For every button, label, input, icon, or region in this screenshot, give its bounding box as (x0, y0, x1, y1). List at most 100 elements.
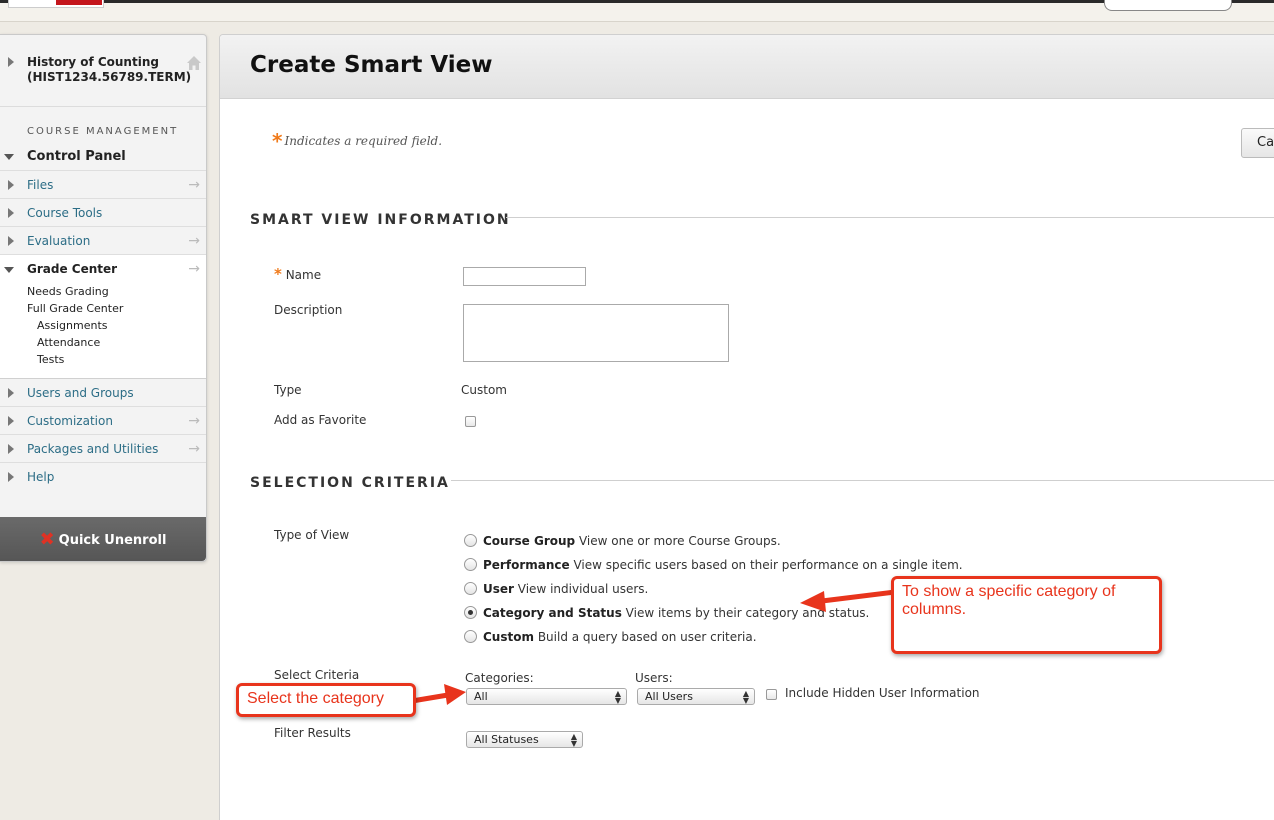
arrow-right-icon: → (188, 441, 200, 457)
option-name: Course Group (483, 534, 576, 548)
brand-accent (56, 0, 102, 5)
sidebar-item-label: Packages and Utilities (27, 442, 159, 456)
description-label: Description (274, 303, 343, 317)
expand-triangle-icon (8, 57, 14, 67)
sidebar-item-customization[interactable]: Customization → (0, 407, 206, 435)
sidebar-item-label: Course Tools (27, 206, 103, 220)
quick-unenroll-label: Quick Unenroll (58, 533, 167, 548)
sidebar-item-label: Files (27, 178, 54, 192)
option-desc: View one or more Course Groups. (578, 534, 781, 548)
sidebar-item-evaluation[interactable]: Evaluation → (0, 227, 206, 255)
section-title-selection-criteria: SELECTION CRITERIA (250, 475, 450, 491)
radio-category-and-status[interactable] (464, 606, 477, 619)
sidebar-item-help[interactable]: Help (0, 463, 206, 491)
name-label-text: Name (285, 268, 322, 282)
expand-triangle-icon (8, 416, 14, 426)
view-option-category-and-status[interactable]: Category and Status View items by their … (464, 604, 869, 622)
view-option-performance[interactable]: Performance View specific users based on… (464, 556, 963, 574)
view-option-custom[interactable]: Custom Build a query based on user crite… (464, 628, 757, 646)
course-management-label: COURSE MANAGEMENT (27, 126, 179, 137)
section-divider (506, 217, 1274, 218)
arrow-right-icon: → (188, 261, 200, 277)
sidebar-item-label: Help (27, 470, 55, 484)
sidebar-item-course-tools[interactable]: Course Tools (0, 199, 206, 227)
categories-label: Categories: (465, 671, 534, 685)
view-option-course-group[interactable]: Course Group View one or more Course Gro… (464, 532, 781, 550)
radio-user[interactable] (464, 582, 477, 595)
required-star-icon: * (272, 129, 283, 153)
collapse-triangle-icon (4, 267, 14, 273)
sidebar-item-label: Users and Groups (27, 386, 134, 400)
page-title: Create Smart View (250, 52, 493, 78)
users-label: Users: (635, 671, 673, 685)
required-field-note: * Indicates a required field. (272, 129, 442, 153)
select-caret-icon: ▲ ▼ (614, 689, 621, 705)
sidebar-link-full-grade-center[interactable]: Full Grade Center (0, 300, 206, 317)
close-x-icon: ✖ (39, 529, 55, 550)
sidebar-link-assignments[interactable]: Assignments (0, 317, 206, 334)
sidebar-item-packages-and-utilities[interactable]: Packages and Utilities → (0, 435, 206, 463)
section-title-smart-view-info: SMART VIEW INFORMATION (250, 212, 511, 228)
expand-triangle-icon (8, 236, 14, 246)
cancel-button[interactable]: Ca (1241, 128, 1274, 158)
option-name: Custom (483, 630, 534, 644)
expand-triangle-icon (8, 180, 14, 190)
arrow-right-icon: → (188, 413, 200, 429)
arrow-right-icon: → (188, 177, 200, 193)
expand-triangle-icon (8, 208, 14, 218)
annotation-callout-category: To show a specific category of columns. (891, 576, 1162, 654)
sidebar-link-attendance[interactable]: Attendance (0, 334, 206, 351)
include-hidden-label: Include Hidden User Information (785, 686, 980, 700)
filter-select-value: All Statuses (474, 733, 539, 746)
required-star-icon: * (274, 265, 282, 283)
top-pill-button[interactable] (1104, 0, 1232, 11)
option-name: Category and Status (483, 606, 622, 620)
option-desc: Build a query based on user criteria. (537, 630, 757, 644)
home-icon[interactable] (186, 55, 202, 71)
control-panel-header[interactable]: Control Panel (0, 145, 206, 171)
expand-triangle-icon (8, 444, 14, 454)
option-name: Performance (483, 558, 570, 572)
users-select-value: All Users (645, 690, 693, 703)
filter-results-label: Filter Results (274, 726, 351, 740)
annotation-callout-select: Select the category (236, 683, 416, 717)
sidebar-item-users-and-groups[interactable]: Users and Groups (0, 379, 206, 407)
expand-triangle-icon (8, 388, 14, 398)
sidebar-item-grade-center[interactable]: Grade Center → (0, 255, 206, 283)
type-value: Custom (461, 383, 507, 397)
categories-select-value: All (474, 690, 488, 703)
favorite-checkbox[interactable] (465, 416, 476, 427)
quick-unenroll-button[interactable]: ✖ Quick Unenroll (0, 517, 206, 561)
radio-performance[interactable] (464, 558, 477, 571)
course-header[interactable]: History of Counting (HIST1234.56789.TERM… (0, 35, 206, 107)
select-caret-icon: ▲ ▼ (570, 732, 577, 748)
grade-center-group: Grade Center → Needs Grading Full Grade … (0, 255, 206, 379)
radio-custom[interactable] (464, 630, 477, 643)
select-caret-icon: ▲ ▼ (742, 689, 749, 705)
categories-select[interactable]: All ▲ ▼ (466, 688, 627, 705)
option-desc: View items by their category and status. (625, 606, 870, 620)
course-id: (HIST1234.56789.TERM) (27, 70, 192, 84)
expand-triangle-icon (8, 472, 14, 482)
name-label: * Name (274, 265, 321, 283)
name-input[interactable] (463, 267, 586, 286)
radio-course-group[interactable] (464, 534, 477, 547)
browser-top-strip (0, 0, 1274, 22)
filter-results-select[interactable]: All Statuses ▲ ▼ (466, 731, 583, 748)
sidebar-item-files[interactable]: Files → (0, 171, 206, 199)
description-textarea[interactable] (463, 304, 729, 362)
section-divider (451, 480, 1274, 481)
sidebar-link-needs-grading[interactable]: Needs Grading (0, 283, 206, 300)
page-header: Create Smart View (220, 35, 1274, 99)
sidebar-link-tests[interactable]: Tests (0, 351, 206, 368)
type-label: Type (274, 383, 302, 397)
option-desc: View individual users. (517, 582, 649, 596)
sidebar-item-label: Evaluation (27, 234, 91, 248)
include-hidden-checkbox[interactable] (766, 689, 777, 700)
course-title: History of Counting (27, 55, 159, 69)
arrow-right-icon: → (188, 233, 200, 249)
favorite-label: Add as Favorite (274, 413, 367, 427)
view-option-user[interactable]: User View individual users. (464, 580, 648, 598)
users-select[interactable]: All Users ▲ ▼ (637, 688, 755, 705)
option-name: User (483, 582, 514, 596)
